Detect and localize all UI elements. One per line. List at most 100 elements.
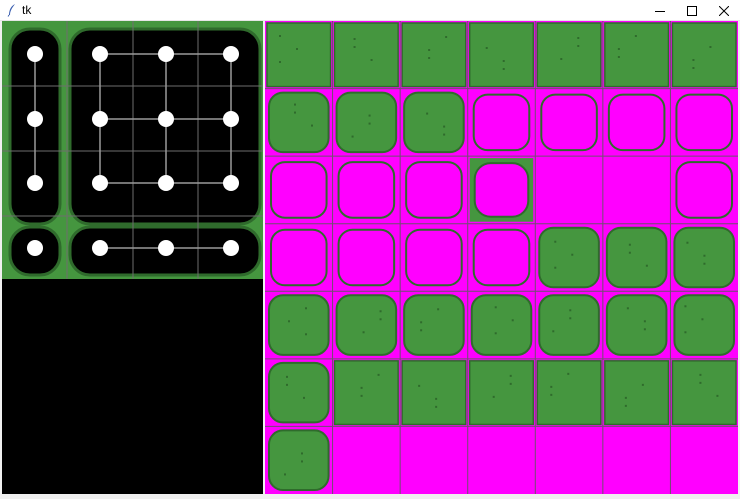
tile-speckle [554,266,557,269]
tile-speckle [426,112,429,115]
tile-hole-edge [405,228,463,287]
tile-speckle [435,405,438,408]
tile-grass [401,360,467,426]
tile-speckle [305,307,307,310]
tile-speckle [577,45,580,47]
tile-background [400,426,468,494]
feather-icon [4,2,20,18]
tile-speckle [701,318,704,321]
tile-hole-edge [472,93,531,152]
tile-speckle [420,329,423,332]
graph-node [27,111,43,127]
tile-speckle [428,49,431,51]
tile-background [602,426,671,494]
tile-island [335,91,398,154]
tile-island [605,226,668,289]
tile-speckle [362,331,365,334]
tile-speckle [626,307,629,310]
tile-speckle [703,254,706,257]
tile-island [673,226,735,289]
tile-background [332,426,401,494]
tile-grass [333,360,399,426]
tile-grass [536,22,602,88]
tile-speckle [634,35,637,37]
tile-speckle [643,328,646,331]
tile-speckle [294,103,296,106]
tile-grass [468,22,535,88]
tile-speckle [353,38,356,40]
tile-background [535,156,603,224]
tile-hole-edge [472,228,531,287]
tile-speckle [492,395,495,398]
tile-speckle [437,308,440,311]
tile-hole-edge [607,93,666,152]
tile-hole [473,162,530,218]
tile-speckle [443,125,446,128]
tile-hole-edge [540,93,598,152]
tile-hole-edge [270,161,328,219]
tile-grass [536,360,602,426]
tileset-canvas[interactable] [265,21,738,494]
tile-speckle [641,383,644,386]
tile-speckle [552,330,555,333]
tile-speckle [577,37,580,39]
title-bar: tk [0,0,740,21]
client-area [0,21,740,499]
tile-hole-edge [337,161,396,219]
tile-speckle [502,60,505,62]
tile-grass [468,360,535,426]
tile-speckle [509,382,512,385]
tile-grass [401,22,467,88]
tile-island [268,294,330,356]
tile-island [673,294,735,356]
minimize-icon[interactable] [644,0,676,21]
tile-speckle [294,111,296,114]
tile-island [538,294,600,356]
tile-hole-edge [675,161,733,219]
tile-speckle [617,48,620,50]
tile-speckle [554,240,557,243]
maximize-icon[interactable] [676,0,708,21]
tile-speckle [443,133,446,136]
tile-speckle [643,320,646,323]
tile-speckle [311,124,313,127]
tile-background [467,426,536,494]
tile-speckle [353,46,356,48]
tile-speckle [301,452,303,455]
tile-speckle [550,393,553,396]
tile-speckle [445,36,448,38]
map-preview-canvas[interactable] [2,21,263,494]
window-controls [644,0,740,21]
graph-node [92,111,108,127]
tile-speckle [279,61,281,63]
tile-grass [266,22,332,88]
tile-speckle [709,46,712,48]
tile-speckle [699,381,702,384]
tile-speckle [569,317,572,320]
tile-island [605,294,668,356]
tile-island [268,429,330,491]
tile-speckle [571,253,574,256]
graph-node [92,46,108,62]
tile-speckle [560,58,563,60]
tile-speckle [550,385,553,388]
tile-speckle [360,386,363,389]
tile-speckle [379,310,382,313]
tile-background [602,156,671,224]
close-icon[interactable] [708,0,740,21]
tile-speckle [684,305,687,308]
tile-speckle [418,384,421,387]
tile-speckle [502,68,505,70]
graph-node [158,111,174,127]
tile-speckle [569,309,572,312]
tile-speckle [494,306,497,309]
tile-speckle [716,394,719,397]
tile-speckle [699,373,702,376]
tile-speckle [686,241,689,244]
tile-hole-edge [270,228,328,287]
tile-speckle [511,319,514,322]
tile-speckle [368,114,371,117]
tile-speckle [288,320,290,323]
tile-hole-edge [675,93,733,152]
app-window: tk [0,0,740,499]
